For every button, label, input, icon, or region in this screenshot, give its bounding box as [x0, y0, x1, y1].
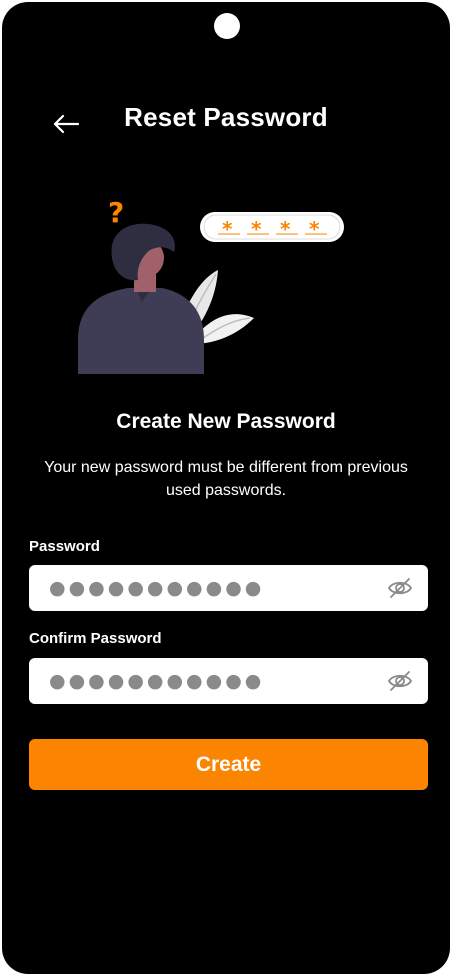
create-button[interactable]: Create	[29, 739, 428, 790]
page-title: Reset Password	[124, 102, 328, 132]
confirm-password-label: Confirm Password	[29, 630, 162, 647]
eye-slash-icon	[387, 578, 413, 598]
person-body	[78, 288, 204, 374]
confirm-password-value[interactable]: ●●●●●●●●●●●	[49, 658, 384, 704]
confirm-password-visibility-toggle[interactable]	[384, 665, 416, 697]
password-char-2: *	[251, 217, 262, 241]
reset-password-illustration: ? * * * *	[78, 196, 344, 374]
instruction-text: Your new password must be different from…	[44, 459, 408, 499]
phone-screen: Reset Password ? * * * * Create New Pass…	[2, 2, 450, 974]
section-heading: Create New Password	[116, 410, 336, 433]
password-char-3: *	[280, 217, 291, 241]
front-camera	[214, 13, 240, 39]
password-value[interactable]: ●●●●●●●●●●●	[49, 565, 384, 611]
password-char-1: *	[222, 217, 233, 241]
password-field[interactable]: ●●●●●●●●●●●	[29, 565, 428, 611]
password-label: Password	[29, 538, 100, 555]
password-visibility-toggle[interactable]	[384, 572, 416, 604]
eye-slash-icon	[387, 671, 413, 691]
question-mark: ?	[108, 196, 124, 229]
password-char-4: *	[309, 217, 320, 241]
confirm-password-field[interactable]: ●●●●●●●●●●●	[29, 658, 428, 704]
